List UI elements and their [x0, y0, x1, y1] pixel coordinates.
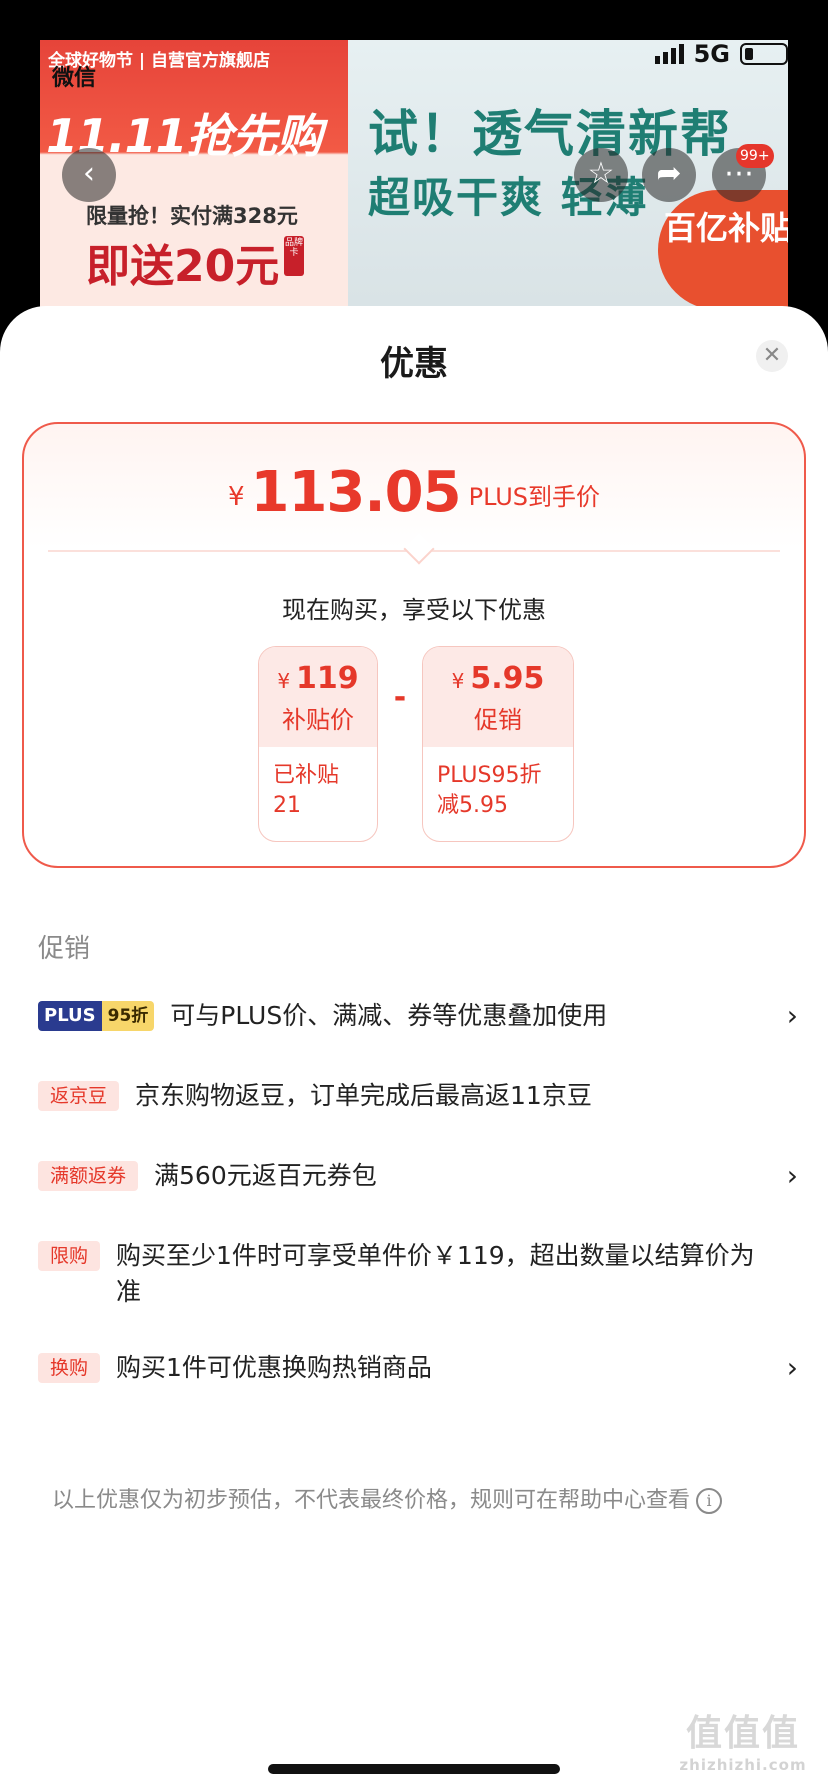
plus-tag: PLUS 95折	[38, 1001, 155, 1031]
promo-row-jingdou: 返京豆 京东购物返豆，订单完成后最高返11京豆	[38, 1078, 798, 1114]
currency-symbol: ¥	[451, 669, 465, 693]
sheet-title: 优惠	[380, 344, 448, 384]
promo-text: 购买1件可优惠换购热销商品	[116, 1353, 432, 1382]
chevron-right-icon[interactable]: ›	[774, 1350, 798, 1386]
promo-text: 可与PLUS价、满减、券等优惠叠加使用	[170, 1001, 608, 1030]
chevron-right-icon[interactable]: ›	[774, 998, 798, 1034]
promotion-card: ¥5.95 促销 PLUS95折减5.95	[422, 646, 574, 842]
discount-sheet: 优惠 ✕ ¥113.05 PLUS到手价 现在购买，享受以下优惠 ¥119 补贴价…	[0, 306, 828, 1792]
coupon-amount: 119	[296, 661, 359, 696]
battery-icon	[740, 43, 788, 65]
status-indicators: 5G	[654, 40, 788, 68]
promo-text: 满560元返百元券包	[154, 1161, 377, 1190]
gift-tag: 品牌卡	[284, 236, 304, 276]
promotions-header: 促销	[38, 934, 91, 964]
info-icon[interactable]: i	[696, 1488, 723, 1514]
disclaimer: 以上优惠仅为初步预估，不代表最终价格，规则可在帮助中心查看 i	[52, 1482, 723, 1514]
coupon-kind: 促销	[474, 706, 522, 734]
disclaimer-text: 以上优惠仅为初步预估，不代表最终价格，规则可在帮助中心查看	[52, 1488, 691, 1513]
promo-row-plus[interactable]: PLUS 95折 可与PLUS价、满减、券等优惠叠加使用 ›	[38, 998, 798, 1034]
coupon-detail: PLUS95折减5.95	[437, 763, 542, 818]
message-badge: 99+	[736, 144, 774, 168]
gift-text: 即送20元	[86, 241, 280, 292]
watermark-url: zhizhizhi.com	[679, 1756, 807, 1774]
promo-text: 京东购物返豆，订单完成后最高返11京豆	[135, 1081, 592, 1110]
coupon-detail: 已补贴21	[273, 763, 340, 818]
price-card: ¥113.05 PLUS到手价 现在购买，享受以下优惠 ¥119 补贴价 已补贴2…	[22, 422, 806, 868]
currency-symbol: ¥	[227, 482, 245, 512]
promo-tag: 限购	[38, 1241, 101, 1271]
watermark-main: 值值值	[685, 1713, 800, 1754]
currency-symbol: ¥	[277, 669, 291, 693]
final-price-label: PLUS到手价	[468, 483, 601, 511]
subsidy-badge: 百亿补贴	[658, 190, 788, 310]
minus-symbol: -	[393, 680, 407, 715]
coupon-kind: 补贴价	[282, 706, 354, 734]
subsidy-price-card: ¥119 补贴价 已补贴21	[258, 646, 378, 842]
chevron-right-icon[interactable]: ›	[774, 1158, 798, 1194]
promo-row-exchange[interactable]: 换购 购买1件可优惠换购热销商品 ›	[38, 1350, 798, 1386]
promo-text: 购买至少1件时可享受单件价￥119，超出数量以结算价为准	[116, 1241, 755, 1306]
promo-tag: 返京豆	[38, 1081, 120, 1111]
favorite-star-icon[interactable]: ☆	[574, 148, 628, 202]
close-icon[interactable]: ✕	[756, 340, 788, 372]
promo-tag: 换购	[38, 1353, 101, 1383]
promo-row-limit: 限购 购买至少1件时可享受单件价￥119，超出数量以结算价为准	[38, 1238, 798, 1310]
home-indicator[interactable]	[268, 1764, 560, 1774]
promo-tag: 满额返券	[38, 1161, 139, 1191]
network-label: 5G	[693, 40, 730, 68]
back-to-app-label[interactable]: 微信	[52, 60, 96, 92]
promo-row-coupon-pack[interactable]: 满额返券 满560元返百元券包 ›	[38, 1158, 798, 1194]
final-price-amount: 113.05	[250, 460, 461, 525]
coupon-amount: 5.95	[470, 661, 545, 696]
final-price: ¥113.05 PLUS到手价	[24, 460, 804, 525]
share-icon[interactable]: ➦	[642, 148, 696, 202]
plus-discount-label: 95折	[101, 1001, 155, 1031]
divider-notch	[403, 533, 435, 565]
signal-icon	[654, 44, 684, 64]
watermark: 值值值 zhizhizhi.com	[668, 1704, 818, 1784]
enjoy-text: 现在购买，享受以下优惠	[282, 596, 546, 624]
plus-label: PLUS	[38, 1001, 102, 1031]
back-button[interactable]: ‹	[62, 148, 116, 202]
limited-offer-text: 限量抢！实付满328元	[86, 204, 298, 228]
